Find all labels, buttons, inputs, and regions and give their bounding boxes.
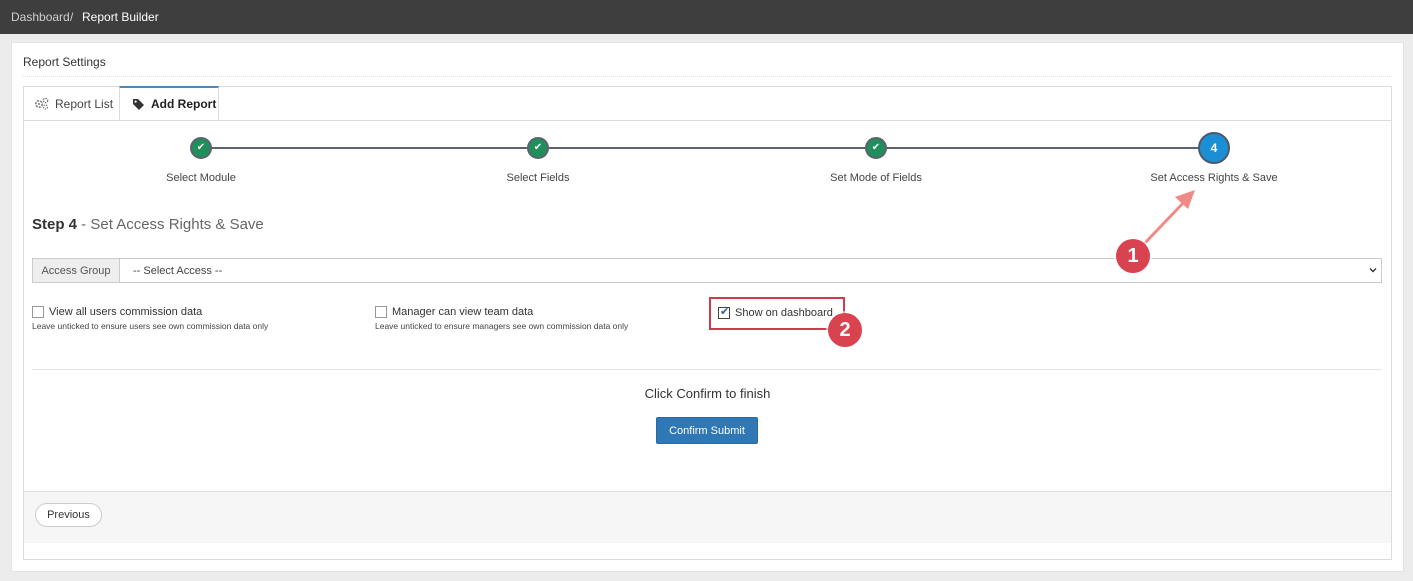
breadcrumb-separator: / — [70, 10, 74, 24]
section-divider — [32, 369, 1382, 370]
step-3-label: Set Mode of Fields — [830, 172, 922, 184]
manager-view-team-checkbox[interactable] — [375, 306, 387, 319]
manager-view-team-help: Leave unticked to ensure managers see ow… — [375, 321, 629, 332]
gears-icon — [34, 97, 49, 110]
access-group-select[interactable]: -- Select Access -- — [120, 259, 1381, 282]
report-settings-panel: Report Settings Report List Add Report ✔… — [11, 42, 1404, 572]
annotation-badge-1: 1 — [1116, 239, 1150, 273]
view-all-users-checkbox[interactable] — [32, 306, 44, 319]
tag-icon — [132, 98, 145, 111]
tab-add-report-label: Add Report — [151, 97, 217, 111]
chevron-down-icon — [1369, 268, 1377, 273]
step-1-indicator: ✔ — [190, 137, 212, 159]
annotation-badge-2: 2 — [828, 313, 862, 347]
access-group-field: Access Group -- Select Access -- — [32, 258, 1382, 283]
wizard-progress-line — [201, 147, 1214, 149]
view-all-users-label[interactable]: View all users commission data — [49, 306, 202, 318]
step-dash: - — [77, 216, 91, 233]
confirm-instruction: Click Confirm to finish — [644, 386, 771, 401]
tab-add-report[interactable]: Add Report — [119, 86, 219, 120]
access-group-label: Access Group — [33, 259, 120, 282]
tab-container: Report List Add Report ✔ ✔ ✔ 4 Select Mo… — [23, 86, 1392, 560]
step-title: Set Access Rights & Save — [90, 216, 264, 233]
step-4-indicator: 4 — [1198, 132, 1230, 164]
access-group-value: -- Select Access -- — [133, 264, 223, 277]
step-4-label: Set Access Rights & Save — [1150, 172, 1278, 184]
step-2-label: Select Fields — [506, 172, 570, 184]
tab-strip: Report List Add Report — [24, 86, 1391, 121]
confirm-submit-button[interactable]: Confirm Submit — [656, 417, 758, 444]
tab-report-list-label: Report List — [55, 96, 114, 111]
check-icon: ✔ — [533, 142, 543, 153]
wizard-footer: Previous — [24, 491, 1391, 543]
step-number: Step 4 — [32, 216, 78, 233]
option-manager-view-team: Manager can view team data Leave unticke… — [375, 306, 628, 331]
view-all-users-help: Leave unticked to ensure users see own c… — [32, 321, 269, 332]
breadcrumb-current: Report Builder — [82, 10, 159, 24]
panel-title: Report Settings — [23, 55, 106, 69]
annotation-highlight-box — [709, 297, 845, 330]
check-icon: ✔ — [196, 142, 206, 153]
tab-report-list[interactable]: Report List — [34, 87, 113, 120]
step-1-label: Select Module — [166, 172, 236, 184]
check-icon: ✔ — [871, 142, 881, 153]
step-heading: Step 4 - Set Access Rights & Save — [32, 216, 264, 233]
step-2-indicator: ✔ — [527, 137, 549, 159]
manager-view-team-label[interactable]: Manager can view team data — [392, 306, 533, 318]
breadcrumb-dashboard-link[interactable]: Dashboard — [11, 10, 70, 24]
top-bar: Dashboard / Report Builder — [0, 0, 1413, 34]
previous-button[interactable]: Previous — [35, 503, 102, 527]
panel-divider — [23, 76, 1392, 77]
step-3-indicator: ✔ — [865, 137, 887, 159]
option-view-all-users: View all users commission data Leave unt… — [32, 306, 268, 331]
